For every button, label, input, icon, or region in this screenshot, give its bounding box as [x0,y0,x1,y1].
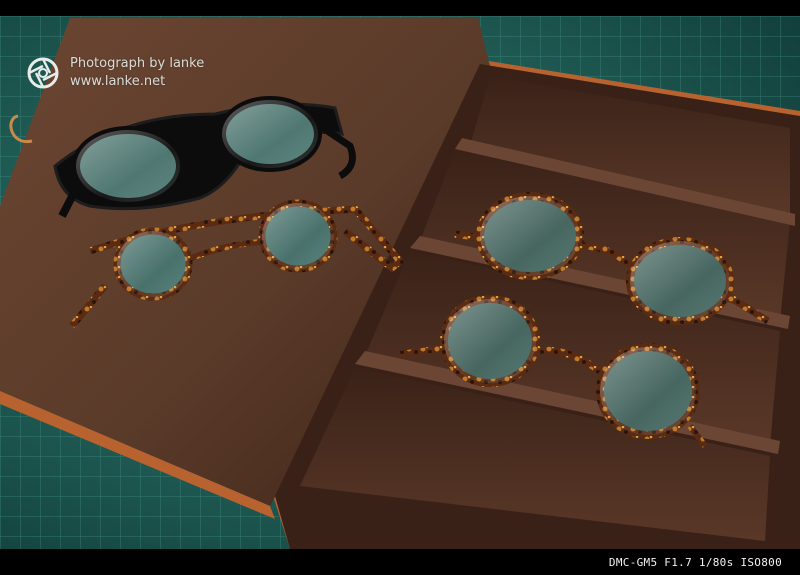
watermark-credit: Photograph by lanke [70,56,205,71]
photo-frame: Photograph by lanke www.lanke.net [0,16,800,549]
photo [0,16,800,549]
watermark-url: www.lanke.net [70,74,166,89]
aperture-icon [27,57,59,89]
watermark-text: Photograph by lanke www.lanke.net [70,55,204,91]
exif-caption: DMC-GM5 F1.7 1/80s ISO800 [608,556,782,569]
watermark: Photograph by lanke www.lanke.net [26,54,204,92]
